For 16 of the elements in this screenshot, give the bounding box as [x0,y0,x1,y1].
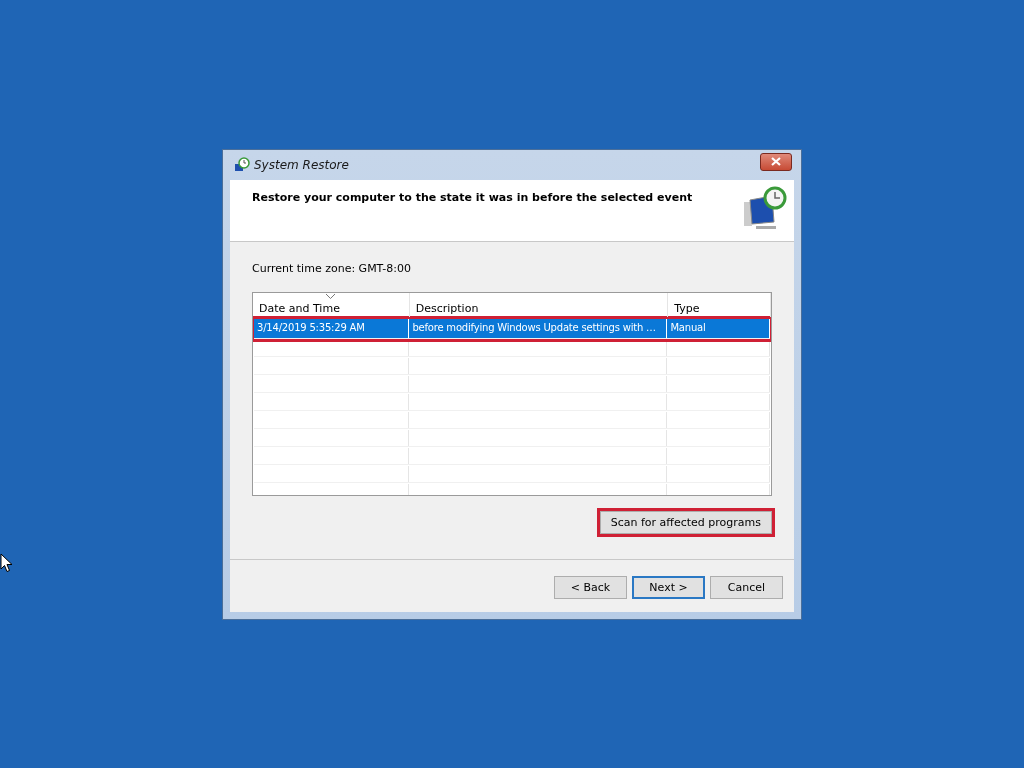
scan-button[interactable]: Scan for affected programs [599,510,772,534]
restore-icon [234,156,250,173]
mouse-pointer-icon [0,553,13,573]
dialog-button[interactable]: < Back [554,576,627,599]
dialog-button[interactable]: Next > [632,576,705,599]
close-button[interactable] [760,152,792,171]
time-zone-label: Current time zone: GMT-8:00 [252,261,412,275]
dialog-button[interactable]: Cancel [710,576,783,599]
table-cell: Manual [667,318,770,338]
close-icon [771,157,781,166]
table-cell: 3/14/2019 5:35:29 AM [254,318,410,338]
table-cell: before modifying Windows Update settings with … [409,318,668,338]
restore-point-row[interactable]: 3/14/2019 5:35:29 AM before modifying Windows Update settings with … Manual [254,318,770,339]
computer-restore-icon [742,185,788,230]
page-heading: Restore your computer to the state it was in before the selected event [252,190,693,206]
window-title: System Restore [254,157,350,172]
